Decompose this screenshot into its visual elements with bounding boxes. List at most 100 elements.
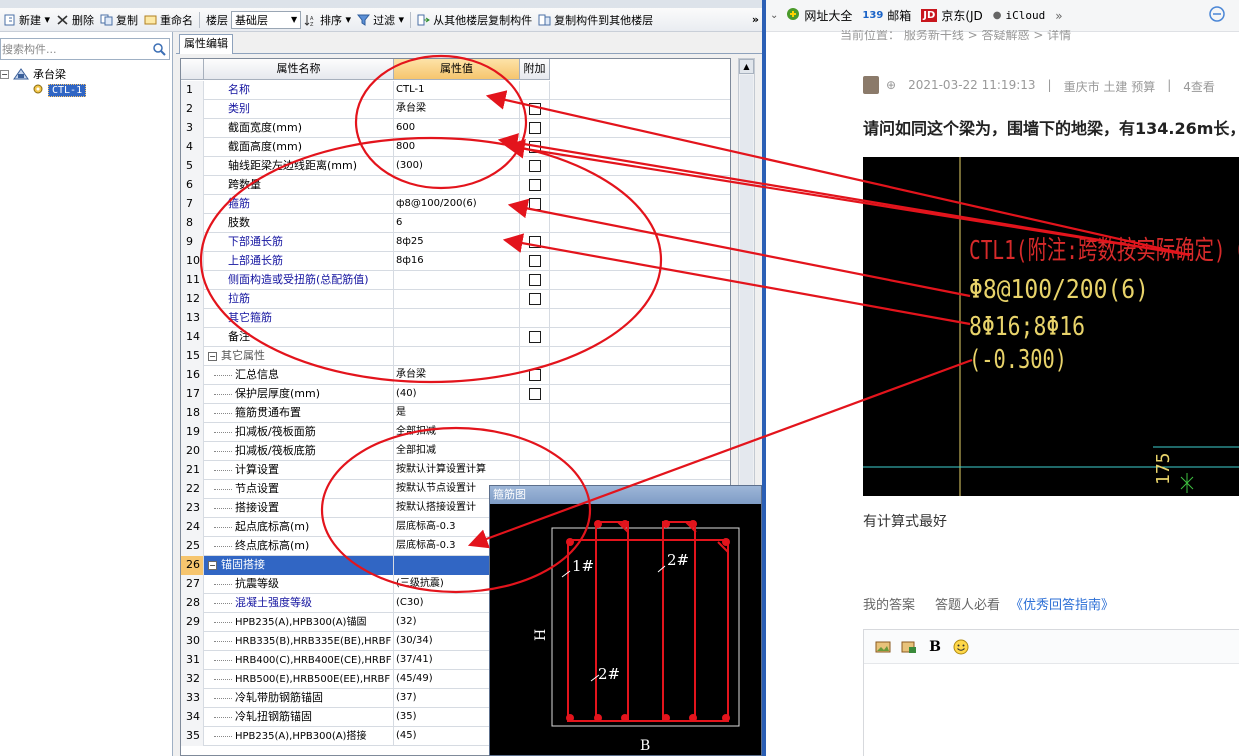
property-name-cell[interactable]: 肢数 xyxy=(204,214,394,233)
table-row[interactable]: 14 备注 xyxy=(181,328,730,347)
property-value-cell[interactable]: 按默认计算设置计算 xyxy=(394,461,520,480)
avatar[interactable] xyxy=(863,76,879,94)
tree-collapse-icon[interactable]: − xyxy=(0,69,9,79)
link-answer-guide[interactable]: 《优秀回答指南》 xyxy=(1010,594,1114,613)
table-row[interactable]: 10 上部通长筋 8ф16 xyxy=(181,252,730,271)
property-name-cell[interactable]: 箍筋 xyxy=(204,195,394,214)
table-row[interactable]: 9 下部通长筋 8ф25 xyxy=(181,233,730,252)
extra-checkbox[interactable] xyxy=(529,331,541,343)
property-name-cell[interactable]: 截面宽度(mm) xyxy=(204,119,394,138)
delete-button[interactable]: 删除 xyxy=(53,10,97,30)
property-value-cell[interactable]: 全部扣减 xyxy=(394,423,520,442)
table-row[interactable]: 21 计算设置 按默认计算设置计算 xyxy=(181,461,730,480)
group-collapse-icon[interactable]: − xyxy=(208,560,217,570)
property-name-cell[interactable]: HPB235(A),HPB300(A)锚固 xyxy=(204,613,394,632)
table-row[interactable]: 8 肢数 6 xyxy=(181,214,730,233)
table-row[interactable]: 18 箍筋贯通布置 是 xyxy=(181,404,730,423)
table-row[interactable]: 3 截面宽度(mm) 600 xyxy=(181,119,730,138)
property-name-cell[interactable]: 节点设置 xyxy=(204,480,394,499)
property-name-cell[interactable]: HRB400(C),HRB400E(CE),HRBF xyxy=(204,651,394,670)
tab-property-edit[interactable]: 属性编辑 xyxy=(179,34,233,54)
property-name-cell[interactable]: 冷轧扭钢筋锚固 xyxy=(204,708,394,727)
table-row[interactable]: 11 侧面构造或受扭筋(总配筋值) xyxy=(181,271,730,290)
property-name-cell[interactable]: − 锚固搭接 xyxy=(204,556,394,575)
chevron-down-icon[interactable]: ⌄ xyxy=(770,10,778,21)
property-name-cell[interactable]: 其它箍筋 xyxy=(204,309,394,328)
property-name-cell[interactable]: 汇总信息 xyxy=(204,366,394,385)
extra-checkbox[interactable] xyxy=(529,236,541,248)
table-row[interactable]: 16 汇总信息 承台梁 xyxy=(181,366,730,385)
property-name-cell[interactable]: 备注 xyxy=(204,328,394,347)
property-name-cell[interactable]: 下部通长筋 xyxy=(204,233,394,252)
property-name-cell[interactable]: 搭接设置 xyxy=(204,499,394,518)
property-name-cell[interactable]: 混凝土强度等级 xyxy=(204,594,394,613)
copy-button[interactable]: 复制 xyxy=(97,10,141,30)
property-name-cell[interactable]: 扣减板/筏板面筋 xyxy=(204,423,394,442)
property-name-cell[interactable]: 起点底标高(m) xyxy=(204,518,394,537)
extra-checkbox[interactable] xyxy=(529,293,541,305)
extra-checkbox[interactable] xyxy=(529,388,541,400)
property-name-cell[interactable]: 侧面构造或受扭筋(总配筋值) xyxy=(204,271,394,290)
property-name-cell[interactable]: 上部通长筋 xyxy=(204,252,394,271)
extra-checkbox[interactable] xyxy=(529,179,541,191)
property-value-cell[interactable]: ф8@100/200(6) xyxy=(394,195,520,214)
table-row[interactable]: 6 跨数量 xyxy=(181,176,730,195)
bookmarks-overflow[interactable]: » xyxy=(1055,9,1062,23)
property-value-cell[interactable] xyxy=(394,309,520,328)
tree-node-ctl1[interactable]: CTL-1 xyxy=(32,82,87,98)
property-value-cell[interactable]: 全部扣减 xyxy=(394,442,520,461)
extra-checkbox[interactable] xyxy=(529,274,541,286)
bold-button[interactable]: B xyxy=(926,638,944,656)
stirrup-diagram-title[interactable]: 箍筋图 xyxy=(490,486,761,504)
extra-checkbox[interactable] xyxy=(529,198,541,210)
toolbar-overflow-button[interactable]: » xyxy=(749,10,762,30)
property-name-cell[interactable]: 类别 xyxy=(204,100,394,119)
grid-vertical-scrollbar[interactable]: ▲ xyxy=(738,58,755,512)
table-row[interactable]: 2 类别 承台梁 xyxy=(181,100,730,119)
property-value-cell[interactable]: 是 xyxy=(394,404,520,423)
property-value-cell[interactable]: CTL-1 xyxy=(394,81,520,100)
sort-button[interactable]: AZ 排序 ▾ xyxy=(301,10,354,30)
property-value-cell[interactable]: 800 xyxy=(394,138,520,157)
rename-button[interactable]: 重命名 xyxy=(141,10,196,30)
property-value-cell[interactable] xyxy=(394,328,520,347)
floor-select[interactable]: 基础层 ▼ xyxy=(231,10,302,29)
table-row[interactable]: 13 其它箍筋 xyxy=(181,309,730,328)
property-value-cell[interactable] xyxy=(394,347,520,366)
table-row[interactable]: 19 扣减板/筏板面筋 全部扣减 xyxy=(181,423,730,442)
property-name-cell[interactable]: 抗震等级 xyxy=(204,575,394,594)
property-name-cell[interactable]: 名称 xyxy=(204,81,394,100)
copy-to-other-floor-button[interactable]: 复制构件到其他楼层 xyxy=(535,10,656,30)
new-button[interactable]: 新建 ▾ xyxy=(0,10,53,30)
image-icon[interactable] xyxy=(874,638,892,656)
property-name-cell[interactable]: 跨数量 xyxy=(204,176,394,195)
table-row[interactable]: 12 拉筋 xyxy=(181,290,730,309)
extra-checkbox[interactable] xyxy=(529,122,541,134)
extra-checkbox[interactable] xyxy=(529,103,541,115)
component-search-input[interactable]: 搜索构件... xyxy=(0,38,170,60)
search-icon[interactable] xyxy=(149,39,169,59)
filter-button[interactable]: 过滤 ▾ xyxy=(354,10,407,30)
table-row[interactable]: 1 名称 CTL-1 xyxy=(181,81,730,100)
table-row[interactable]: 17 保护层厚度(mm) (40) xyxy=(181,385,730,404)
property-value-cell[interactable]: 6 xyxy=(394,214,520,233)
property-name-cell[interactable]: 扣减板/筏板底筋 xyxy=(204,442,394,461)
tab-my-answer[interactable]: 我的答案 xyxy=(863,594,915,613)
property-name-cell[interactable]: HRB500(E),HRB500E(EE),HRBF xyxy=(204,670,394,689)
answer-editor[interactable]: B xyxy=(863,629,1239,756)
extra-checkbox[interactable] xyxy=(529,141,541,153)
property-name-cell[interactable]: 箍筋贯通布置 xyxy=(204,404,394,423)
copy-from-other-floor-button[interactable]: 从其他楼层复制构件 xyxy=(414,10,535,30)
property-name-cell[interactable]: 拉筋 xyxy=(204,290,394,309)
property-value-cell[interactable]: 8ф25 xyxy=(394,233,520,252)
column-header-value[interactable]: 属性值 xyxy=(394,59,520,80)
bookmark-139[interactable]: 139 邮箱 xyxy=(862,7,911,24)
property-value-cell[interactable]: (300) xyxy=(394,157,520,176)
table-row[interactable]: 4 截面高度(mm) 800 xyxy=(181,138,730,157)
table-row[interactable]: 7 箍筋 ф8@100/200(6) xyxy=(181,195,730,214)
property-name-cell[interactable]: HRB335(B),HRB335E(BE),HRBF xyxy=(204,632,394,651)
tree-node-root[interactable]: − 承台梁 xyxy=(0,66,66,82)
column-header-extra[interactable]: 附加 xyxy=(520,59,550,80)
property-name-cell[interactable]: 终点底标高(m) xyxy=(204,537,394,556)
property-value-cell[interactable]: 8ф16 xyxy=(394,252,520,271)
